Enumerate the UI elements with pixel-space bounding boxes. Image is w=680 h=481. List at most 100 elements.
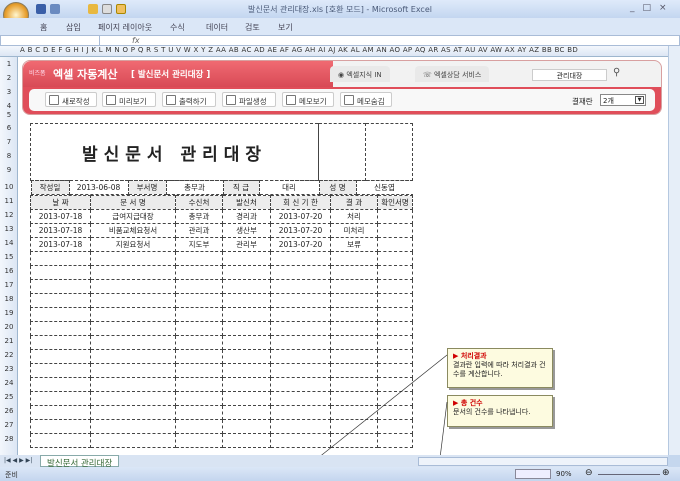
table-cell[interactable] (90, 279, 176, 294)
table-cell[interactable] (376, 349, 414, 364)
row-number[interactable]: 10 (0, 183, 18, 191)
table-cell[interactable] (175, 279, 223, 294)
table-cell[interactable] (376, 405, 414, 420)
table-cell[interactable] (330, 405, 378, 420)
table-cell[interactable] (222, 265, 271, 280)
table-cell[interactable] (90, 307, 176, 322)
row-number[interactable]: 26 (0, 407, 18, 415)
table-cell[interactable] (330, 391, 378, 406)
row-number[interactable]: 28 (0, 435, 18, 443)
table-cell[interactable] (90, 265, 176, 280)
table-cell[interactable] (30, 419, 91, 434)
refresh-button[interactable]: 새로작성 (45, 92, 97, 107)
table-cell[interactable] (90, 349, 176, 364)
row-number[interactable]: 18 (0, 295, 18, 303)
table-cell[interactable] (90, 419, 176, 434)
table-cell[interactable] (270, 335, 331, 350)
table-cell[interactable] (222, 293, 271, 308)
table-cell[interactable] (270, 391, 331, 406)
row-number[interactable]: 5 (0, 111, 18, 119)
table-cell[interactable] (222, 321, 271, 336)
table-cell[interactable] (376, 251, 414, 266)
table-cell[interactable] (175, 377, 223, 392)
table-cell[interactable] (376, 419, 414, 434)
table-cell[interactable] (376, 377, 414, 392)
table-cell[interactable] (30, 251, 91, 266)
table-cell[interactable] (175, 405, 223, 420)
table-cell[interactable] (222, 335, 271, 350)
table-cell[interactable] (222, 251, 271, 266)
table-cell[interactable]: 보류 (330, 237, 378, 252)
table-cell[interactable] (376, 433, 414, 448)
row-number[interactable]: 12 (0, 211, 18, 219)
tab-insert[interactable]: 삽입 (66, 22, 81, 33)
table-cell[interactable] (90, 377, 176, 392)
approval-select[interactable]: 2개 ▼ (600, 94, 646, 106)
table-cell[interactable] (30, 433, 91, 448)
table-cell[interactable]: 2013-07-20 (270, 223, 331, 238)
chevron-down-icon[interactable]: ▼ (635, 96, 644, 104)
table-cell[interactable]: 경리과 (222, 209, 271, 224)
table-cell[interactable] (90, 321, 176, 336)
table-cell[interactable]: 생산부 (222, 223, 271, 238)
table-cell[interactable] (330, 265, 378, 280)
tab-formulas[interactable]: 수식 (170, 22, 185, 33)
row-number[interactable]: 24 (0, 379, 18, 387)
memo-hide-button[interactable]: 메모숨김 (340, 92, 392, 107)
table-cell[interactable] (330, 419, 378, 434)
table-cell[interactable] (270, 293, 331, 308)
table-cell[interactable] (376, 321, 414, 336)
table-cell[interactable] (376, 293, 414, 308)
table-cell[interactable]: 2013-07-20 (270, 237, 331, 252)
zoom-out-icon[interactable]: ⊖ (585, 468, 593, 478)
row-number[interactable]: 9 (0, 166, 18, 174)
row-headers[interactable]: 1 2 3 4 5 6 7 8 9 10 11 12 13 14 15 16 17 18 19 20 21 22 23 24 2… (0, 57, 18, 455)
column-headers[interactable]: A B C D E F G H I J K L M N O P Q R S T … (0, 46, 680, 57)
row-number[interactable]: 4 (0, 102, 18, 110)
table-cell[interactable] (330, 433, 378, 448)
table-cell[interactable] (376, 335, 414, 350)
row-number[interactable]: 20 (0, 323, 18, 331)
table-cell[interactable] (376, 307, 414, 322)
table-cell[interactable] (90, 293, 176, 308)
row-number[interactable]: 3 (0, 88, 18, 96)
table-cell[interactable] (330, 363, 378, 378)
table-cell[interactable] (222, 419, 271, 434)
table-cell[interactable]: 2013-07-18 (30, 223, 91, 238)
tab-review[interactable]: 검토 (245, 22, 260, 33)
table-cell[interactable] (30, 377, 91, 392)
info-value[interactable]: 총무과 (165, 180, 224, 195)
table-cell[interactable] (222, 433, 271, 448)
row-number[interactable]: 2 (0, 74, 18, 82)
table-cell[interactable] (330, 293, 378, 308)
search-input[interactable]: 관리대장 (532, 69, 607, 81)
tab-home[interactable]: 홈 (40, 22, 47, 33)
table-cell[interactable] (222, 349, 271, 364)
table-cell[interactable] (330, 307, 378, 322)
table-cell[interactable] (330, 279, 378, 294)
view-buttons[interactable] (515, 469, 551, 479)
row-number[interactable]: 23 (0, 365, 18, 373)
memo-button[interactable]: 메모보기 (282, 92, 334, 107)
print-button[interactable]: 출력하기 (162, 92, 216, 107)
fx-icon[interactable]: fx (132, 36, 140, 45)
row-number[interactable]: 11 (0, 197, 18, 205)
table-cell[interactable] (270, 251, 331, 266)
sheet-tab[interactable]: 발신문서 관리대장 (40, 455, 120, 469)
table-cell[interactable]: 관리부 (222, 237, 271, 252)
table-cell[interactable] (330, 377, 378, 392)
table-cell[interactable] (270, 405, 331, 420)
row-number[interactable]: 7 (0, 138, 18, 146)
row-number[interactable]: 22 (0, 351, 18, 359)
table-cell[interactable] (175, 363, 223, 378)
monitor-button[interactable]: 미리보기 (102, 92, 156, 107)
row-number[interactable]: 13 (0, 225, 18, 233)
table-cell[interactable] (175, 391, 223, 406)
name-box[interactable] (0, 35, 100, 46)
table-cell[interactable] (222, 405, 271, 420)
table-cell[interactable] (330, 321, 378, 336)
table-cell[interactable] (376, 363, 414, 378)
row-number[interactable]: 25 (0, 393, 18, 401)
row-number[interactable]: 27 (0, 421, 18, 429)
tab-page-layout[interactable]: 페이지 레이아웃 (98, 22, 152, 33)
